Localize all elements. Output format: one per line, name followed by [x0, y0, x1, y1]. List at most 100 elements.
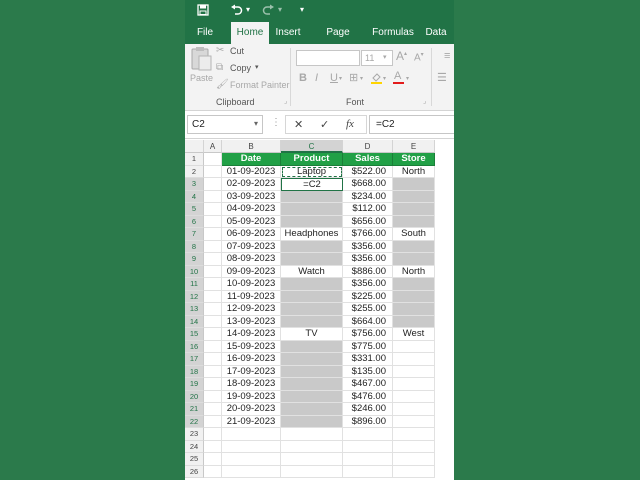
product-cell[interactable]: [281, 340, 343, 353]
empty-cell[interactable]: [393, 465, 435, 478]
date-cell[interactable]: 08-09-2023: [222, 253, 281, 266]
row-header-17[interactable]: 17: [185, 353, 204, 366]
column-header-b[interactable]: B: [222, 140, 281, 153]
empty-cell[interactable]: [222, 428, 281, 441]
store-cell[interactable]: [393, 415, 435, 428]
date-cell[interactable]: 01-09-2023: [222, 165, 281, 178]
sales-cell[interactable]: $135.00: [343, 365, 393, 378]
date-cell[interactable]: 18-09-2023: [222, 378, 281, 391]
row-header-7[interactable]: 7: [185, 228, 204, 241]
cell-a20[interactable]: [204, 390, 222, 403]
cell-a18[interactable]: [204, 365, 222, 378]
cell-a9[interactable]: [204, 253, 222, 266]
increase-font-icon[interactable]: A▴: [396, 49, 407, 63]
row-header-19[interactable]: 19: [185, 378, 204, 391]
product-cell[interactable]: [281, 378, 343, 391]
cell-a26[interactable]: [204, 465, 222, 478]
sales-cell[interactable]: $886.00: [343, 265, 393, 278]
row-header-9[interactable]: 9: [185, 253, 204, 266]
row-header-13[interactable]: 13: [185, 303, 204, 316]
empty-cell[interactable]: [343, 428, 393, 441]
row-header-5[interactable]: 5: [185, 203, 204, 216]
empty-cell[interactable]: [393, 428, 435, 441]
cell-a23[interactable]: [204, 428, 222, 441]
font-size-box[interactable]: 11 ▾: [361, 50, 393, 66]
sales-cell[interactable]: $331.00: [343, 353, 393, 366]
row-header-14[interactable]: 14: [185, 315, 204, 328]
product-cell[interactable]: [281, 278, 343, 291]
cell-a15[interactable]: [204, 328, 222, 341]
product-cell[interactable]: [281, 403, 343, 416]
empty-cell[interactable]: [281, 465, 343, 478]
row-header-11[interactable]: 11: [185, 278, 204, 291]
sales-cell[interactable]: $356.00: [343, 253, 393, 266]
date-cell[interactable]: 07-09-2023: [222, 240, 281, 253]
product-cell[interactable]: [281, 253, 343, 266]
italic-button[interactable]: I: [315, 72, 318, 84]
save-icon[interactable]: [197, 4, 209, 19]
date-cell[interactable]: 14-09-2023: [222, 328, 281, 341]
row-header-21[interactable]: 21: [185, 403, 204, 416]
product-cell[interactable]: [281, 190, 343, 203]
cell-a1[interactable]: [204, 153, 222, 166]
formula-bar-grip-icon[interactable]: ⋮: [271, 117, 281, 128]
font-size-dropdown-icon[interactable]: ▾: [383, 53, 387, 61]
date-cell[interactable]: 04-09-2023: [222, 203, 281, 216]
row-header-4[interactable]: 4: [185, 190, 204, 203]
bold-button[interactable]: B: [299, 72, 307, 84]
font-color-icon[interactable]: A: [393, 70, 404, 84]
store-cell[interactable]: [393, 203, 435, 216]
cell-a22[interactable]: [204, 415, 222, 428]
row-header-2[interactable]: 2: [185, 165, 204, 178]
row-header-1[interactable]: 1: [185, 153, 204, 166]
align-middle-icon[interactable]: ☰: [437, 71, 447, 84]
cell-a11[interactable]: [204, 278, 222, 291]
date-cell[interactable]: 05-09-2023: [222, 215, 281, 228]
store-cell[interactable]: [393, 240, 435, 253]
row-header-20[interactable]: 20: [185, 390, 204, 403]
fill-color-dropdown-icon[interactable]: ▾: [383, 75, 386, 82]
clipboard-launcher-icon[interactable]: ⌟: [284, 97, 287, 105]
format-painter-button[interactable]: 🖌 Format Painter: [216, 79, 296, 92]
date-cell[interactable]: 11-09-2023: [222, 290, 281, 303]
redo-dropdown-icon[interactable]: ▾: [278, 5, 282, 14]
row-header-15[interactable]: 15: [185, 328, 204, 341]
date-cell[interactable]: 20-09-2023: [222, 403, 281, 416]
date-cell[interactable]: 13-09-2023: [222, 315, 281, 328]
undo-icon[interactable]: [230, 4, 243, 19]
store-cell[interactable]: [393, 390, 435, 403]
cancel-button[interactable]: ✕: [294, 118, 303, 131]
row-header-3[interactable]: 3: [185, 178, 204, 191]
store-cell[interactable]: [393, 403, 435, 416]
sales-cell[interactable]: $896.00: [343, 415, 393, 428]
header-cell-sales[interactable]: Sales: [343, 153, 393, 166]
header-cell-date[interactable]: Date: [222, 153, 281, 166]
column-header-a[interactable]: A: [204, 140, 222, 153]
cell-a7[interactable]: [204, 228, 222, 241]
date-cell[interactable]: 16-09-2023: [222, 353, 281, 366]
date-cell[interactable]: 21-09-2023: [222, 415, 281, 428]
sales-cell[interactable]: $467.00: [343, 378, 393, 391]
date-cell[interactable]: 19-09-2023: [222, 390, 281, 403]
name-box-dropdown-icon[interactable]: ▾: [254, 119, 258, 128]
column-header-e[interactable]: E: [393, 140, 435, 153]
cell-a14[interactable]: [204, 315, 222, 328]
empty-cell[interactable]: [281, 453, 343, 466]
sales-cell[interactable]: $522.00: [343, 165, 393, 178]
empty-cell[interactable]: [281, 440, 343, 453]
cell-a19[interactable]: [204, 378, 222, 391]
fill-color-icon[interactable]: [371, 71, 382, 84]
cell-a24[interactable]: [204, 440, 222, 453]
cell-a8[interactable]: [204, 240, 222, 253]
empty-cell[interactable]: [343, 453, 393, 466]
store-cell[interactable]: [393, 353, 435, 366]
spreadsheet-grid[interactable]: A B C D E 1 2 3 4 5 6 7 8 9 10 11 12 13 14 15 16 17 18 19 20 21 22…: [185, 140, 454, 480]
product-cell[interactable]: [281, 390, 343, 403]
copy-dropdown-icon[interactable]: ▾: [255, 63, 259, 71]
sales-cell[interactable]: $234.00: [343, 190, 393, 203]
sales-cell[interactable]: $756.00: [343, 328, 393, 341]
store-cell[interactable]: [393, 190, 435, 203]
row-header-22[interactable]: 22: [185, 415, 204, 428]
row-header-6[interactable]: 6: [185, 215, 204, 228]
cell-a25[interactable]: [204, 453, 222, 466]
